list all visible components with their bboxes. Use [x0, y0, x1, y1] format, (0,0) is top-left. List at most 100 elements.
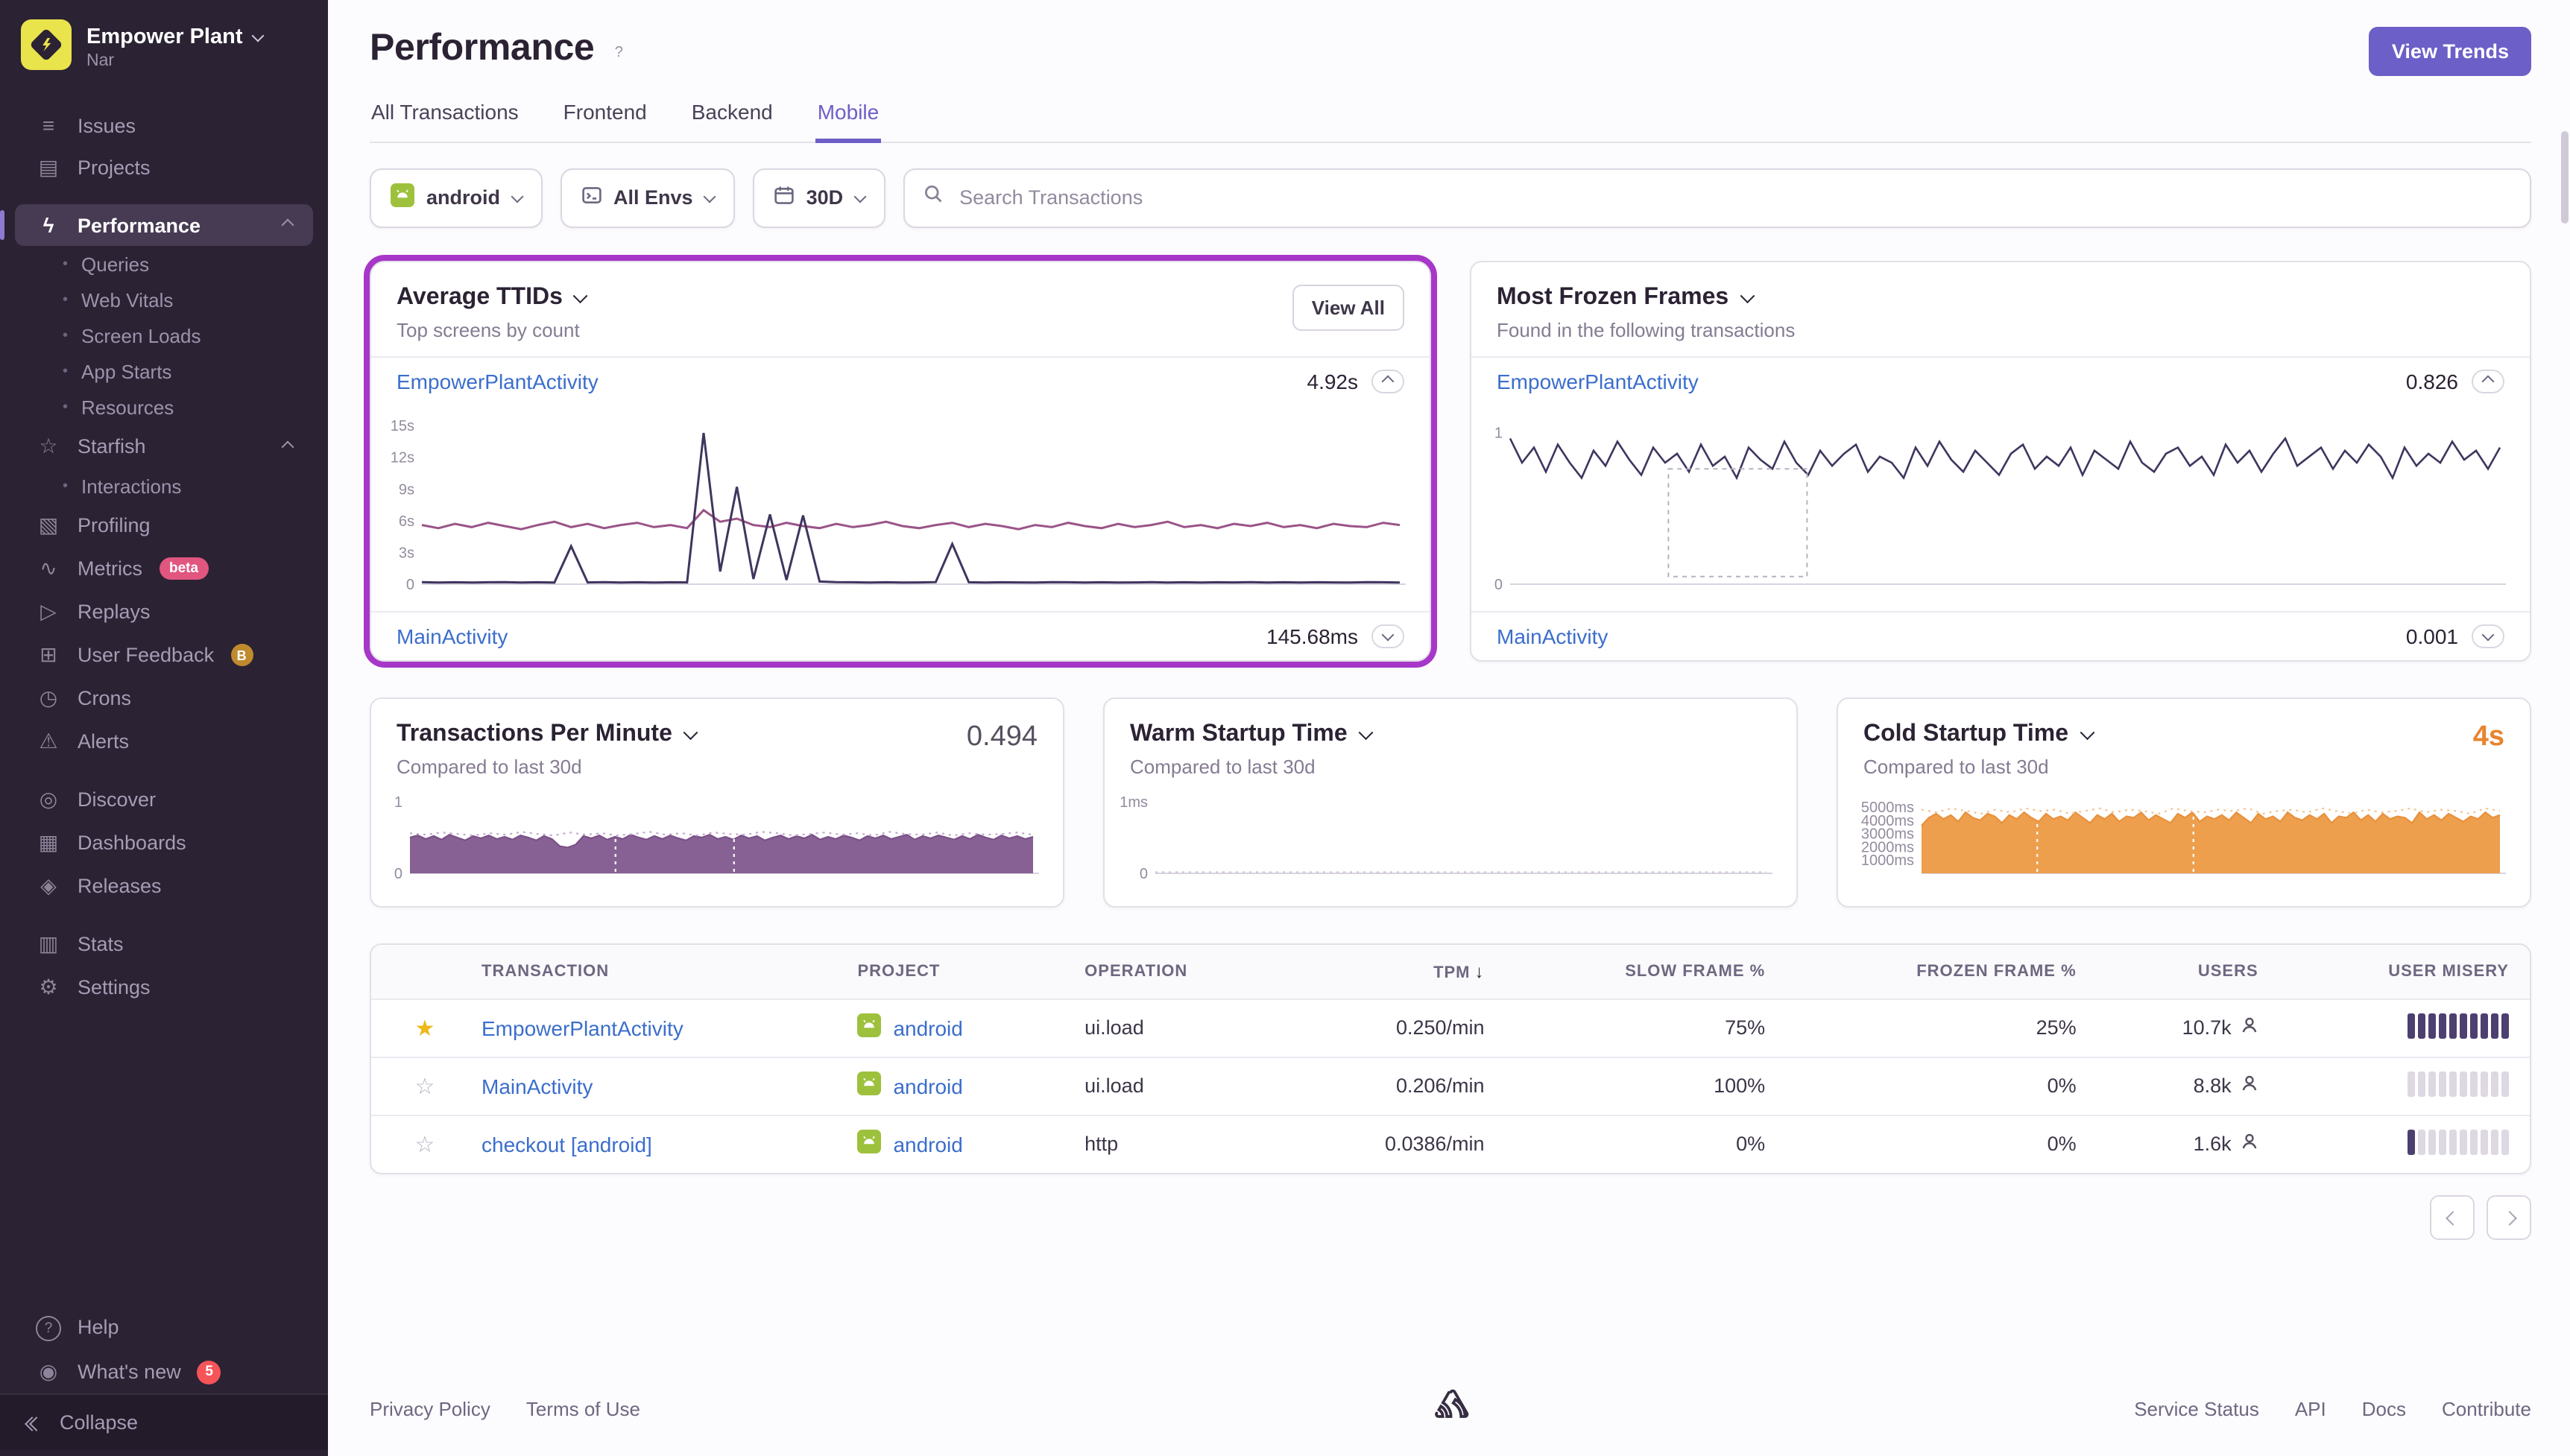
footer-link-service-status[interactable]: Service Status [2134, 1398, 2259, 1420]
collapse-chevron[interactable] [2472, 369, 2504, 393]
warm-startup-dropdown[interactable]: Warm Startup Time [1130, 721, 1373, 747]
user-icon [2241, 1074, 2258, 1097]
sidebar-item-settings[interactable]: ⚙ Settings [15, 966, 313, 1009]
bullet-icon: • [63, 363, 69, 379]
star-icon[interactable]: ☆ [415, 1074, 435, 1099]
column-header-users[interactable]: Users [2097, 944, 2279, 999]
sidebar-item-releases[interactable]: ◈ Releases [15, 864, 313, 908]
transaction-link[interactable]: MainActivity [482, 1074, 593, 1098]
avg-ttid-chart[interactable]: 15s 12s 9s 6s 3s 0 [377, 408, 1409, 604]
sidebar-collapse-button[interactable]: Collapse [0, 1393, 328, 1450]
project-link[interactable]: android [893, 1016, 962, 1039]
next-page-button[interactable] [2487, 1194, 2531, 1239]
transaction-link[interactable]: EmpowerPlantActivity [1497, 369, 1699, 393]
footer-link-api[interactable]: API [2295, 1398, 2326, 1420]
expand-chevron[interactable] [1371, 624, 1404, 648]
sidebar-item-profiling[interactable]: ▧ Profiling [15, 504, 313, 547]
transaction-link[interactable]: MainActivity [397, 624, 508, 648]
avg-ttid-dropdown[interactable]: Average TTIDs [397, 284, 588, 311]
tab-backend[interactable]: Backend [690, 100, 774, 141]
scrollbar-thumb[interactable] [2561, 131, 2569, 224]
sidebar-item-dashboards[interactable]: ▦ Dashboards [15, 821, 313, 864]
collapse-chevron[interactable] [1371, 369, 1404, 393]
sidebar-item-label: Replays [78, 601, 151, 623]
sidebar-item-help[interactable]: ? Help [15, 1304, 313, 1350]
footer-link-privacy-policy[interactable]: Privacy Policy [370, 1398, 490, 1420]
footer: Privacy Policy Terms of Use Service Statu… [370, 1371, 2531, 1456]
slow-frame-cell: 0% [1505, 1114, 1787, 1172]
frozen-frames-dropdown[interactable]: Most Frozen Frames [1497, 284, 1795, 311]
expand-chevron[interactable] [2472, 624, 2504, 648]
transaction-link[interactable]: checkout [android] [482, 1132, 652, 1156]
help-icon: ? [36, 1313, 61, 1341]
transaction-link[interactable]: MainActivity [1497, 624, 1608, 648]
footer-link-contribute[interactable]: Contribute [2442, 1398, 2531, 1420]
column-header-transaction[interactable]: Transaction [461, 944, 837, 999]
footer-link-docs[interactable]: Docs [2362, 1398, 2406, 1420]
sidebar-item-user-feedback[interactable]: ⊞ User Feedback B [15, 633, 313, 677]
sidebar-item-projects[interactable]: ▤ Projects [15, 146, 313, 189]
tpm-dropdown[interactable]: Transactions Per Minute [397, 721, 698, 747]
sidebar-item-label: Starfish [78, 435, 146, 458]
environment-filter-label: All Envs [613, 186, 693, 209]
project-filter[interactable]: android [370, 168, 542, 227]
sidebar-item-what-s-new[interactable]: ◉ What's new 5 [15, 1350, 313, 1393]
sidebar-item-label: Performance [78, 214, 201, 236]
metrics-icon: ∿ [40, 556, 57, 580]
transaction-link[interactable]: EmpowerPlantActivity [397, 369, 599, 393]
prev-page-button[interactable] [2430, 1194, 2475, 1239]
environment-filter[interactable]: All Envs [560, 168, 735, 227]
column-header-frozen-frame[interactable]: Frozen Frame % [1786, 944, 2097, 999]
android-icon [391, 183, 414, 212]
sidebar-item-replays[interactable]: ▷ Replays [15, 590, 313, 633]
sidebar-item-stats[interactable]: ▥ Stats [15, 922, 313, 966]
column-header-tpm[interactable]: TPM ↓ [1286, 944, 1506, 999]
view-trends-button[interactable]: View Trends [2369, 27, 2531, 76]
sidebar-item-web-vitals[interactable]: • Web Vitals [0, 282, 328, 317]
project-link[interactable]: android [893, 1132, 962, 1156]
sidebar-item-performance[interactable]: ϟ Performance [0, 204, 313, 246]
sidebar-item-interactions[interactable]: • Interactions [0, 468, 328, 504]
sidebar-item-app-starts[interactable]: • App Starts [0, 353, 328, 389]
star-icon[interactable]: ☆ [415, 1132, 435, 1157]
org-switcher[interactable]: Empower Plant Nar [0, 0, 328, 89]
sidebar-item-screen-loads[interactable]: • Screen Loads [0, 317, 328, 353]
sidebar-item-alerts[interactable]: ⚠ Alerts [15, 720, 313, 763]
column-header-project[interactable]: Project [836, 944, 1064, 999]
sidebar-item-starfish[interactable]: ☆ Starfish [15, 425, 313, 468]
warm-startup-chart[interactable]: 1ms 0 [1111, 789, 1775, 893]
column-header-slow-frame[interactable]: Slow Frame % [1505, 944, 1787, 999]
releases-icon: ◈ [40, 873, 57, 897]
column-header-user-misery[interactable]: User Misery [2279, 944, 2530, 999]
operation-cell: ui.load [1064, 1056, 1287, 1115]
help-icon[interactable]: ? [607, 42, 630, 64]
sidebar-item-discover[interactable]: ◎ Discover [15, 778, 313, 821]
frozen-frames-chart[interactable]: 10 [1477, 408, 2509, 604]
user-misery-bars [2408, 1129, 2509, 1154]
search-transactions-input[interactable] [956, 185, 2512, 210]
column-header-operation[interactable]: Operation [1064, 944, 1287, 999]
footer-link-terms-of-use[interactable]: Terms of Use [526, 1398, 640, 1420]
tab-mobile[interactable]: Mobile [815, 100, 881, 143]
transaction-link[interactable]: EmpowerPlantActivity [482, 1016, 683, 1039]
tab-all-transactions[interactable]: All Transactions [370, 100, 520, 141]
project-name: Nar [86, 51, 115, 69]
projects-icon: ▤ [38, 155, 59, 179]
sidebar-item-resources[interactable]: • Resources [0, 389, 328, 425]
cold-startup-chart[interactable]: 5000ms 4000ms 3000ms 2000ms 1000ms [1844, 789, 2509, 893]
tab-frontend[interactable]: Frontend [562, 100, 648, 141]
tpm-chart[interactable]: 10 [377, 789, 1042, 893]
scrollbar[interactable] [2560, 0, 2570, 1456]
star-icon[interactable]: ★ [415, 1016, 435, 1041]
search-transactions[interactable] [903, 168, 2531, 227]
project-link[interactable]: android [893, 1074, 962, 1098]
metric-value: 0.001 [2405, 624, 2458, 648]
user-icon [2241, 1016, 2258, 1039]
view-all-button[interactable]: View All [1292, 284, 1404, 330]
sidebar-item-issues[interactable]: ≡ Issues [15, 104, 313, 146]
date-range-filter[interactable]: 30D [752, 168, 885, 227]
sidebar-item-queries[interactable]: • Queries [0, 246, 328, 282]
cold-startup-dropdown[interactable]: Cold Startup Time [1863, 721, 2094, 747]
sidebar-item-metrics[interactable]: ∿ Metrics beta [15, 547, 313, 590]
sidebar-item-crons[interactable]: ◷ Crons [15, 677, 313, 720]
